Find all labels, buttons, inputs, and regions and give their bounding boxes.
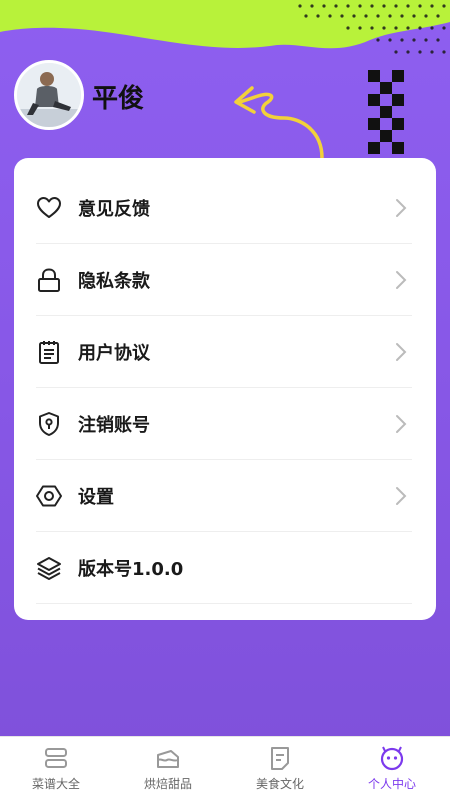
menu-label: 意见反馈 <box>78 198 150 220</box>
smiley-icon <box>380 746 404 771</box>
menu-item-version: 版本号1.0.0 <box>36 532 412 604</box>
cake-icon <box>157 750 179 768</box>
menu-label: 版本号1.0.0 <box>78 558 184 580</box>
tab-label: 烘焙甜品 <box>143 777 192 791</box>
menu-item-feedback[interactable]: 意见反馈 <box>36 172 412 244</box>
menu-item-privacy[interactable]: 隐私条款 <box>36 244 412 316</box>
username: 平俊 <box>92 84 145 114</box>
recipe-icon <box>45 748 67 768</box>
note-icon <box>271 747 289 770</box>
tab-baking[interactable]: 烘焙甜品 <box>112 737 224 800</box>
chevron-right-icon <box>396 198 407 217</box>
menu-label: 注销账号 <box>78 414 150 436</box>
chevron-right-icon <box>396 270 407 289</box>
tab-label: 美食文化 <box>255 777 304 791</box>
settings-card: 意见反馈 隐私条款 用户协议 注销账号 设置 版本号1.0.0 <box>14 158 436 620</box>
layers-icon <box>36 555 62 581</box>
heart-icon <box>36 195 62 221</box>
avatar-photo <box>17 63 81 127</box>
menu-item-delete-account[interactable]: 注销账号 <box>36 388 412 460</box>
menu-item-agreement[interactable]: 用户协议 <box>36 316 412 388</box>
tab-label: 个人中心 <box>367 777 416 791</box>
menu-label: 用户协议 <box>78 342 150 364</box>
chevron-right-icon <box>396 342 407 361</box>
avatar[interactable] <box>14 60 84 130</box>
bottom-tab-bar: 菜谱大全 烘焙甜品 美食文化 个人中心 <box>0 736 450 800</box>
chevron-right-icon <box>396 414 407 433</box>
lock-icon <box>36 267 62 293</box>
tab-recipes[interactable]: 菜谱大全 <box>0 737 112 800</box>
tab-profile[interactable]: 个人中心 <box>336 737 448 800</box>
notepad-icon <box>36 339 62 365</box>
menu-label: 设置 <box>78 486 114 508</box>
shield-key-icon <box>36 411 62 437</box>
tab-food-culture[interactable]: 美食文化 <box>224 737 336 800</box>
hexagon-settings-icon <box>36 483 62 509</box>
menu-item-settings[interactable]: 设置 <box>36 460 412 532</box>
chevron-right-icon <box>396 486 407 505</box>
tab-label: 菜谱大全 <box>31 777 80 791</box>
menu-label: 隐私条款 <box>78 270 150 292</box>
